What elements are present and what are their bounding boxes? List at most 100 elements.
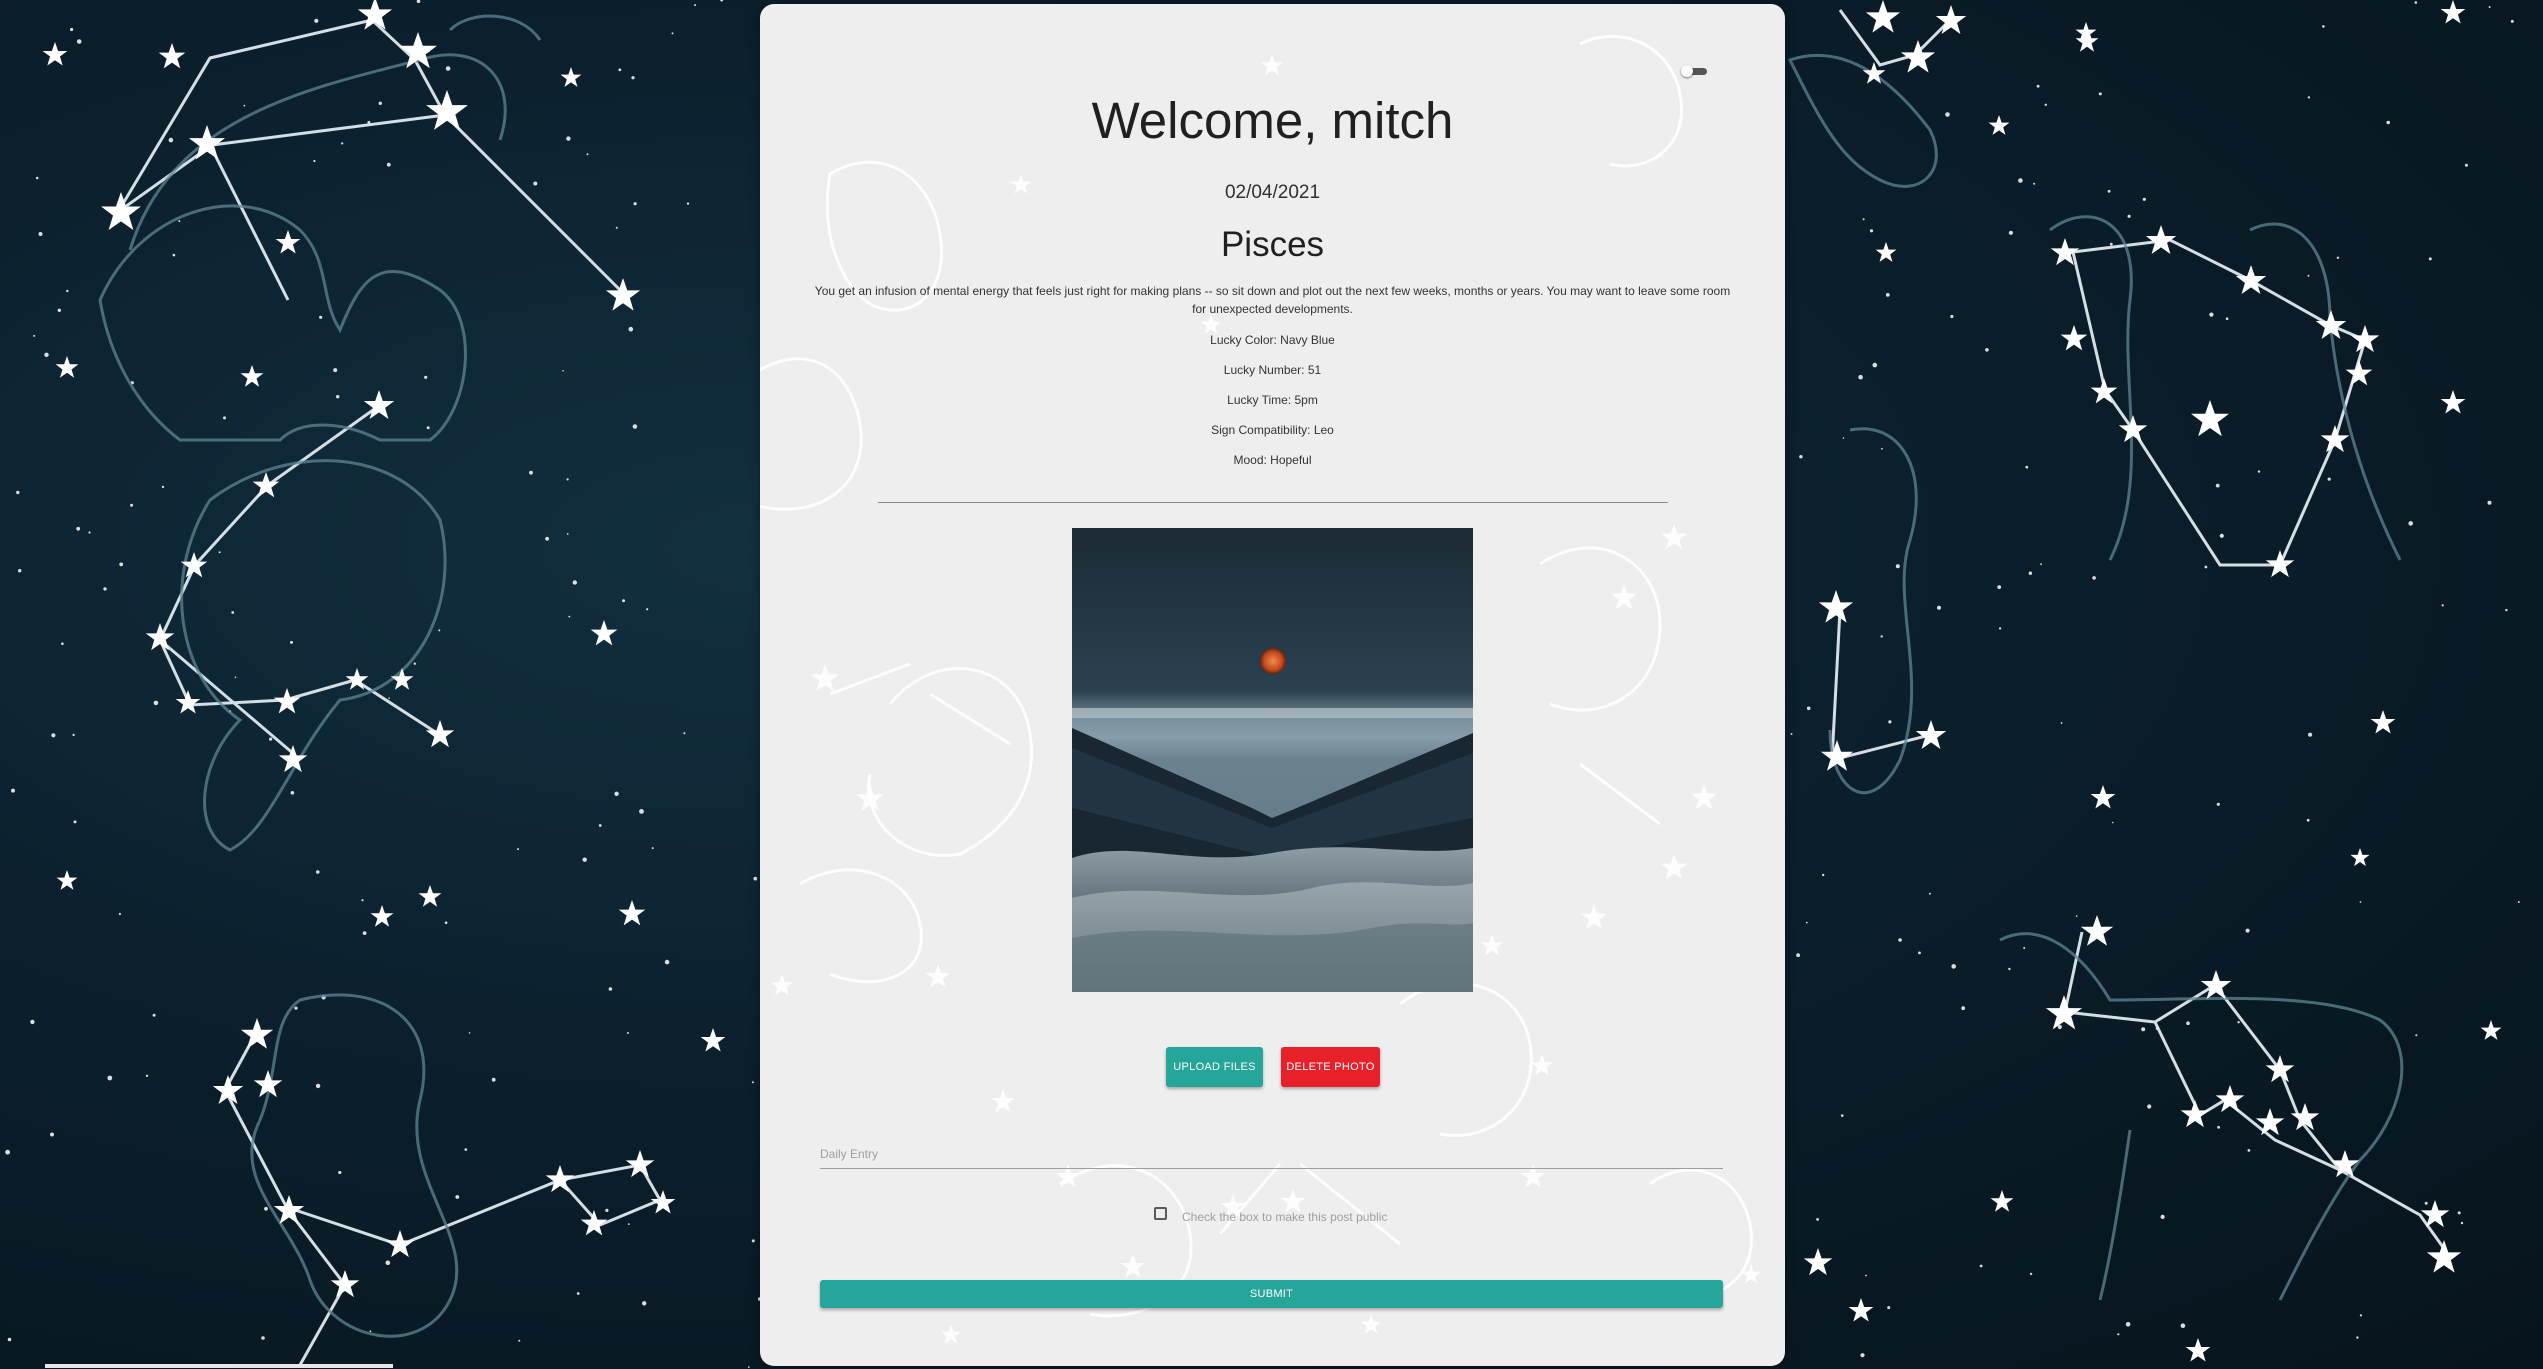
background-star <box>518 1339 521 1342</box>
background-star <box>416 0 421 3</box>
background-star <box>2107 189 2111 193</box>
background-star <box>445 66 451 71</box>
background-star <box>642 1301 647 1306</box>
background-star <box>11 788 15 793</box>
submit-button[interactable]: SUBMIT <box>820 1280 1723 1308</box>
upload-files-button[interactable]: UPLOAD FILES <box>1166 1047 1263 1087</box>
entry-date: 02/04/2021 <box>1224 182 1321 203</box>
background-star <box>152 1013 156 1017</box>
background-star <box>491 1077 496 1082</box>
background-star <box>231 611 235 614</box>
background-star <box>319 315 323 319</box>
background-star <box>76 39 82 44</box>
background-star <box>88 531 91 534</box>
background-star <box>751 1239 755 1243</box>
background-star <box>2025 465 2029 469</box>
background-star <box>61 642 64 645</box>
background-star <box>2142 197 2146 201</box>
background-star <box>218 551 221 554</box>
background-star <box>614 791 619 796</box>
background-star <box>566 533 569 535</box>
background-star <box>2237 1021 2240 1024</box>
horizontal-scrollbar[interactable] <box>45 1364 393 1368</box>
background-star <box>70 27 74 32</box>
background-star <box>529 470 533 475</box>
background-star <box>2029 1272 2033 1276</box>
mood: Mood: Hopeful <box>1233 453 1312 467</box>
background-star <box>18 569 22 573</box>
background-star <box>1885 293 1890 297</box>
welcome-heading: Welcome, mitch <box>1091 92 1454 149</box>
background-star <box>2359 901 2362 903</box>
background-star <box>2040 563 2042 566</box>
background-star <box>2428 257 2432 261</box>
background-star <box>2336 256 2340 259</box>
background-star <box>1790 733 1793 735</box>
background-star <box>464 1148 468 1151</box>
background-star <box>57 308 61 312</box>
public-post-label: Check the box to make this post public <box>1182 1210 1388 1224</box>
background-star <box>2112 821 2114 824</box>
background-star <box>694 4 697 7</box>
background-star <box>1880 635 1883 638</box>
background-star <box>2307 96 2311 99</box>
background-star <box>269 737 273 741</box>
background-star <box>1860 1353 1865 1358</box>
background-star <box>1887 1306 1891 1310</box>
background-star <box>5 1149 10 1155</box>
background-star <box>16 490 20 495</box>
background-star <box>2186 1021 2190 1025</box>
background-star <box>313 159 316 163</box>
background-star <box>2414 1 2418 4</box>
background-star <box>455 1195 460 1199</box>
background-star <box>44 352 49 357</box>
background-star <box>386 162 391 167</box>
background-star <box>2216 802 2220 806</box>
background-star <box>7 1337 12 1342</box>
background-star <box>646 608 649 611</box>
background-star <box>2359 1314 2362 1317</box>
background-star <box>2044 103 2048 107</box>
background-star <box>73 820 77 824</box>
checkbox-icon[interactable] <box>1154 1207 1167 1220</box>
background-star <box>598 824 602 827</box>
background-star <box>1997 585 2002 589</box>
background-star <box>2109 242 2113 246</box>
background-star <box>753 876 758 881</box>
background-star <box>1862 218 1865 221</box>
background-star <box>178 220 181 223</box>
background-star <box>341 142 344 145</box>
theme-toggle-switch[interactable] <box>1681 65 1709 77</box>
background-star <box>2117 1333 2120 1336</box>
background-star <box>264 1206 268 1211</box>
background-star <box>751 1081 754 1084</box>
section-divider <box>878 502 1668 503</box>
background-star <box>2147 1104 2152 1109</box>
background-star <box>2217 1125 2221 1129</box>
background-star <box>1869 229 1874 233</box>
background-star <box>444 921 448 924</box>
background-star <box>1951 964 1956 969</box>
background-star <box>1898 938 1902 942</box>
background-star <box>2127 214 2131 218</box>
background-star <box>627 1223 630 1225</box>
dark-mode-toggle-icon <box>1681 65 1693 77</box>
background-star <box>107 1075 113 1081</box>
background-star <box>35 176 39 180</box>
daily-entry-input[interactable] <box>820 1140 1723 1169</box>
background-star <box>1918 951 1921 955</box>
background-star <box>748 1366 750 1368</box>
background-star <box>145 1074 149 1078</box>
background-star <box>118 912 121 916</box>
background-star <box>566 136 571 141</box>
background-star <box>1805 921 1808 924</box>
background-star <box>261 1336 265 1340</box>
background-star <box>378 101 382 106</box>
background-star <box>161 485 165 489</box>
delete-photo-button[interactable]: DELETE PHOTO <box>1281 1047 1380 1087</box>
background-star <box>2075 915 2078 917</box>
background-star <box>2487 500 2492 505</box>
background-star <box>2036 84 2040 88</box>
background-star <box>2386 120 2390 125</box>
background-star <box>51 733 56 738</box>
